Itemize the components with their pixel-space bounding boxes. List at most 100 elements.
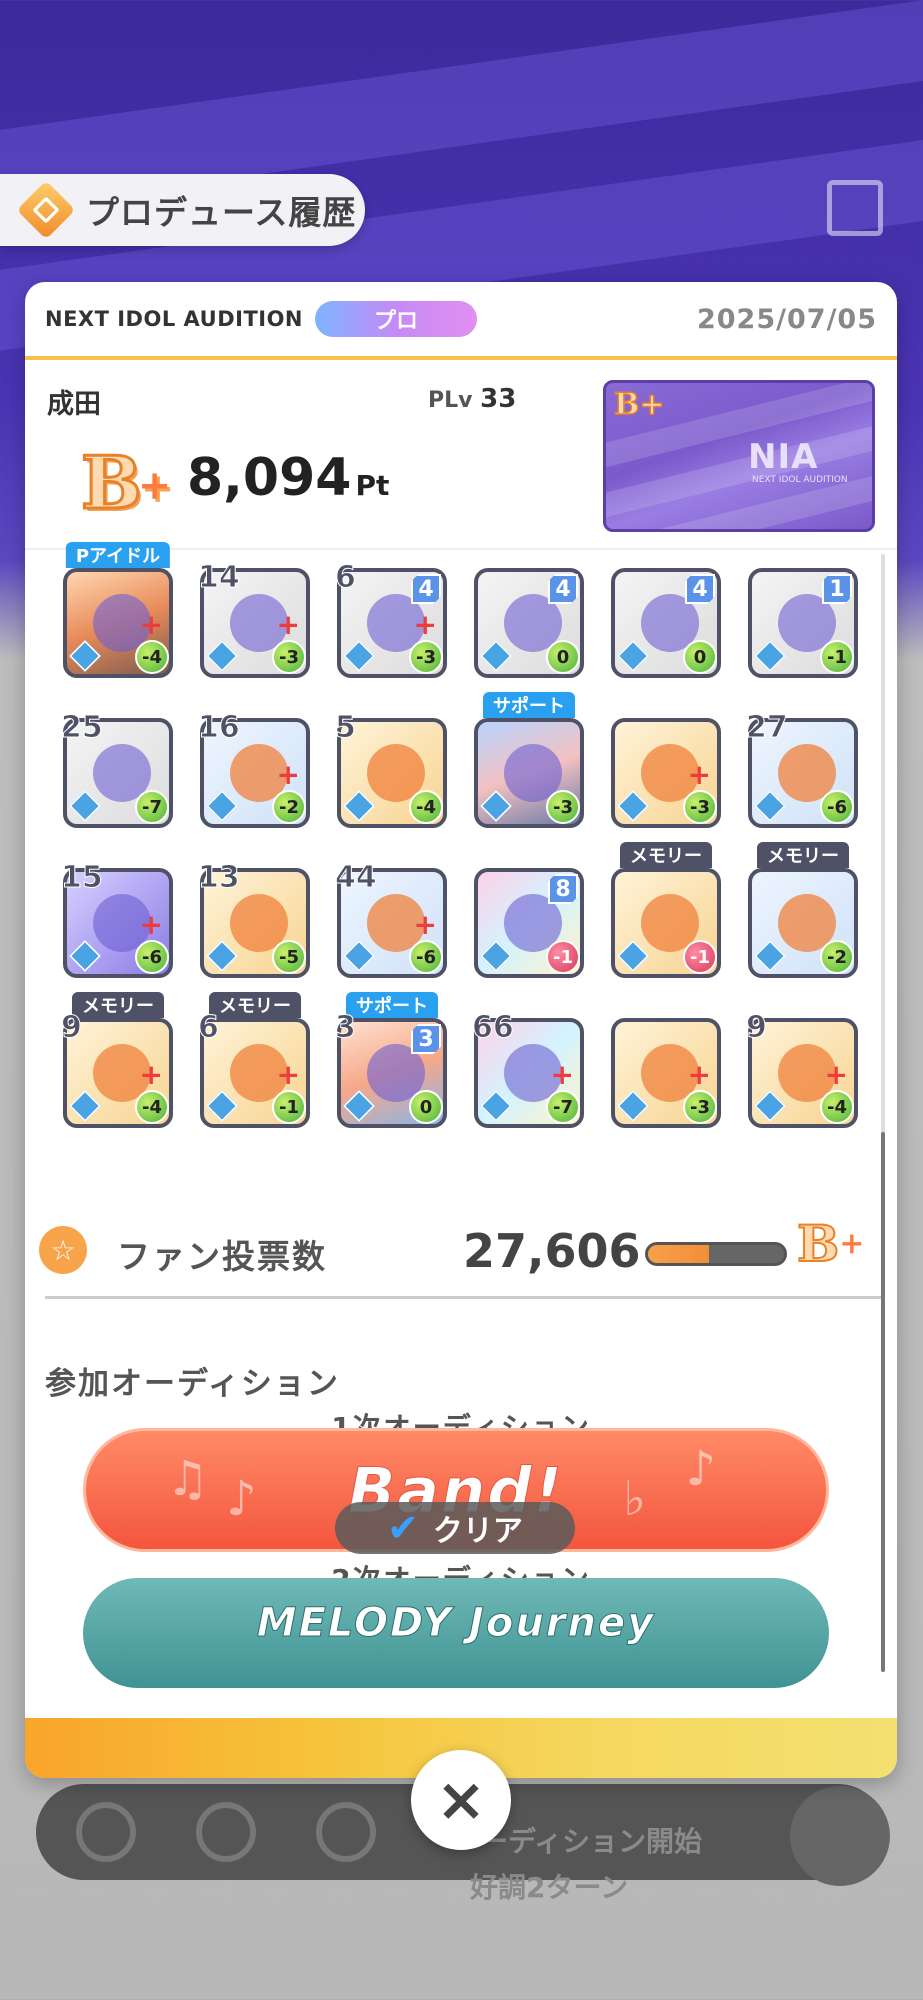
skill-card[interactable]: メモリー 9 + -4 — [61, 992, 173, 1128]
profile-section: 成田 PLv 33 B+ 8,094 Pt B+ NIA NEXT IDOL AU… — [25, 360, 897, 550]
modal-header: NEXT IDOL AUDITION プロ 2025/07/05 — [25, 282, 897, 360]
card-cost: -1 — [820, 640, 854, 674]
fan-votes-label: ファン投票数 — [117, 1237, 327, 1276]
skill-card[interactable]: 13 -5 — [198, 860, 310, 978]
divider — [45, 1296, 885, 1299]
card-number: 14 — [198, 560, 241, 596]
card-type-icon — [69, 790, 101, 822]
skill-card[interactable]: メモリー 6 + -1 — [198, 992, 310, 1128]
card-number: 15 — [61, 860, 104, 896]
grade-badge: B+ — [80, 439, 175, 527]
card-type-icon — [480, 790, 512, 822]
audition-card[interactable]: B+ NIA NEXT IDOL AUDITION — [603, 380, 875, 532]
card-cost: -1 — [683, 940, 717, 974]
card-cost: -3 — [683, 790, 717, 824]
skill-card[interactable]: 14 + -3 — [198, 560, 310, 678]
card-cost: -4 — [820, 1090, 854, 1124]
card-cost: -3 — [409, 640, 443, 674]
skill-card[interactable]: 5 -4 — [335, 710, 447, 828]
card-level-badge: 1 — [822, 574, 852, 604]
score-unit: Pt — [355, 469, 390, 502]
skill-card[interactable]: 8 -1 — [474, 868, 584, 978]
skill-card[interactable]: 15 + -6 — [61, 860, 173, 978]
skill-card[interactable]: サポート 3 3 0 — [335, 992, 447, 1128]
fan-grade-badge: B+ — [796, 1213, 865, 1274]
card-cost: -4 — [135, 640, 169, 674]
skill-card[interactable]: 27 -6 — [746, 710, 858, 828]
card-cost: -7 — [135, 790, 169, 824]
card-type-icon — [69, 640, 101, 672]
card-type-icon — [754, 790, 786, 822]
score-value: 8,094 — [187, 448, 352, 508]
card-type-icon — [343, 790, 375, 822]
card-cost: -1 — [546, 940, 580, 974]
card-enhanced-icon: + — [550, 1058, 574, 1091]
fan-grade-letter: B — [796, 1213, 840, 1274]
skill-card[interactable]: 25 -7 — [61, 710, 173, 828]
card-tag: メモリー — [620, 842, 712, 868]
card-enhanced-icon: + — [687, 1058, 711, 1091]
card-number: 5 — [335, 710, 357, 746]
star-icon: ☆ — [39, 1226, 87, 1274]
card-tag: Pアイドル — [65, 542, 171, 568]
card-number: 44 — [335, 860, 378, 896]
fan-votes-row: ☆ ファン投票数 27,606 B+ — [25, 1212, 897, 1292]
nia-logo: NIA — [748, 437, 819, 477]
card-number: 16 — [198, 710, 241, 746]
scrollbar-thumb[interactable] — [881, 1132, 885, 1672]
skill-card[interactable]: サポート -3 — [474, 692, 584, 828]
card-enhanced-icon: + — [276, 1058, 300, 1091]
plv-value: 33 — [480, 384, 517, 414]
skill-card[interactable]: 1 -1 — [748, 568, 858, 678]
card-cost: 0 — [546, 640, 580, 674]
plv-label: PLv — [428, 388, 473, 413]
card-type-icon — [343, 940, 375, 972]
card-number: 9 — [61, 1010, 83, 1046]
fan-votes-value: 27,606 — [463, 1224, 641, 1278]
skill-card[interactable]: 40 — [474, 568, 584, 678]
skill-card[interactable]: メモリー -2 — [748, 842, 858, 978]
nia-logo-sub: NEXT IDOL AUDITION — [752, 475, 848, 485]
card-type-icon — [480, 1090, 512, 1122]
close-button[interactable]: × — [411, 1750, 511, 1850]
card-level-badge: 8 — [548, 874, 578, 904]
skill-card[interactable]: 6 4 + -3 — [335, 560, 447, 678]
card-level-badge: 4 — [411, 574, 441, 604]
skill-card[interactable]: Pアイドル + -4 — [63, 542, 173, 678]
card-type-icon — [343, 1090, 375, 1122]
skill-card[interactable]: + -3 — [611, 1018, 721, 1128]
card-number: 27 — [746, 710, 789, 746]
player-level: PLv 33 — [428, 384, 516, 414]
auditions-title: 参加オーディション — [45, 1366, 340, 1402]
card-tag: サポート — [483, 692, 575, 718]
card-cost: -6 — [135, 940, 169, 974]
fan-grade-plus: + — [839, 1226, 865, 1262]
rank-badge: プロ — [315, 301, 478, 337]
bg-text: 好調2ターン — [470, 1871, 629, 1904]
card-type-icon — [617, 790, 649, 822]
skill-card[interactable]: 16 + -2 — [198, 710, 310, 828]
card-type-icon — [206, 940, 238, 972]
card-level-badge: 3 — [411, 1024, 441, 1054]
skill-card[interactable]: 9 + -4 — [746, 1010, 858, 1128]
page-title: プロデュース履歴 — [86, 193, 357, 232]
history-diamond-icon — [16, 180, 76, 240]
skill-card[interactable]: 44 + -6 — [335, 860, 447, 978]
card-number: 9 — [746, 1010, 768, 1046]
card-enhanced-icon: + — [139, 1058, 163, 1091]
card-cost: 0 — [409, 1090, 443, 1124]
card-enhanced-icon: + — [276, 608, 300, 641]
card-number: 6 — [335, 560, 357, 596]
card-cost: -3 — [272, 640, 306, 674]
card-cost: -1 — [272, 1090, 306, 1124]
card-cost: -7 — [546, 1090, 580, 1124]
card-type-icon — [69, 940, 101, 972]
card-tag: サポート — [346, 992, 438, 1018]
card-cost: -6 — [409, 940, 443, 974]
skill-card[interactable]: 66 + -7 — [472, 1010, 584, 1128]
skill-card[interactable]: + -3 — [611, 718, 721, 828]
card-number: 66 — [472, 1010, 515, 1046]
skill-card[interactable]: 40 — [611, 568, 721, 678]
skill-card[interactable]: メモリー -1 — [611, 842, 721, 978]
round2-banner[interactable]: MELODY Journey — [83, 1578, 829, 1688]
